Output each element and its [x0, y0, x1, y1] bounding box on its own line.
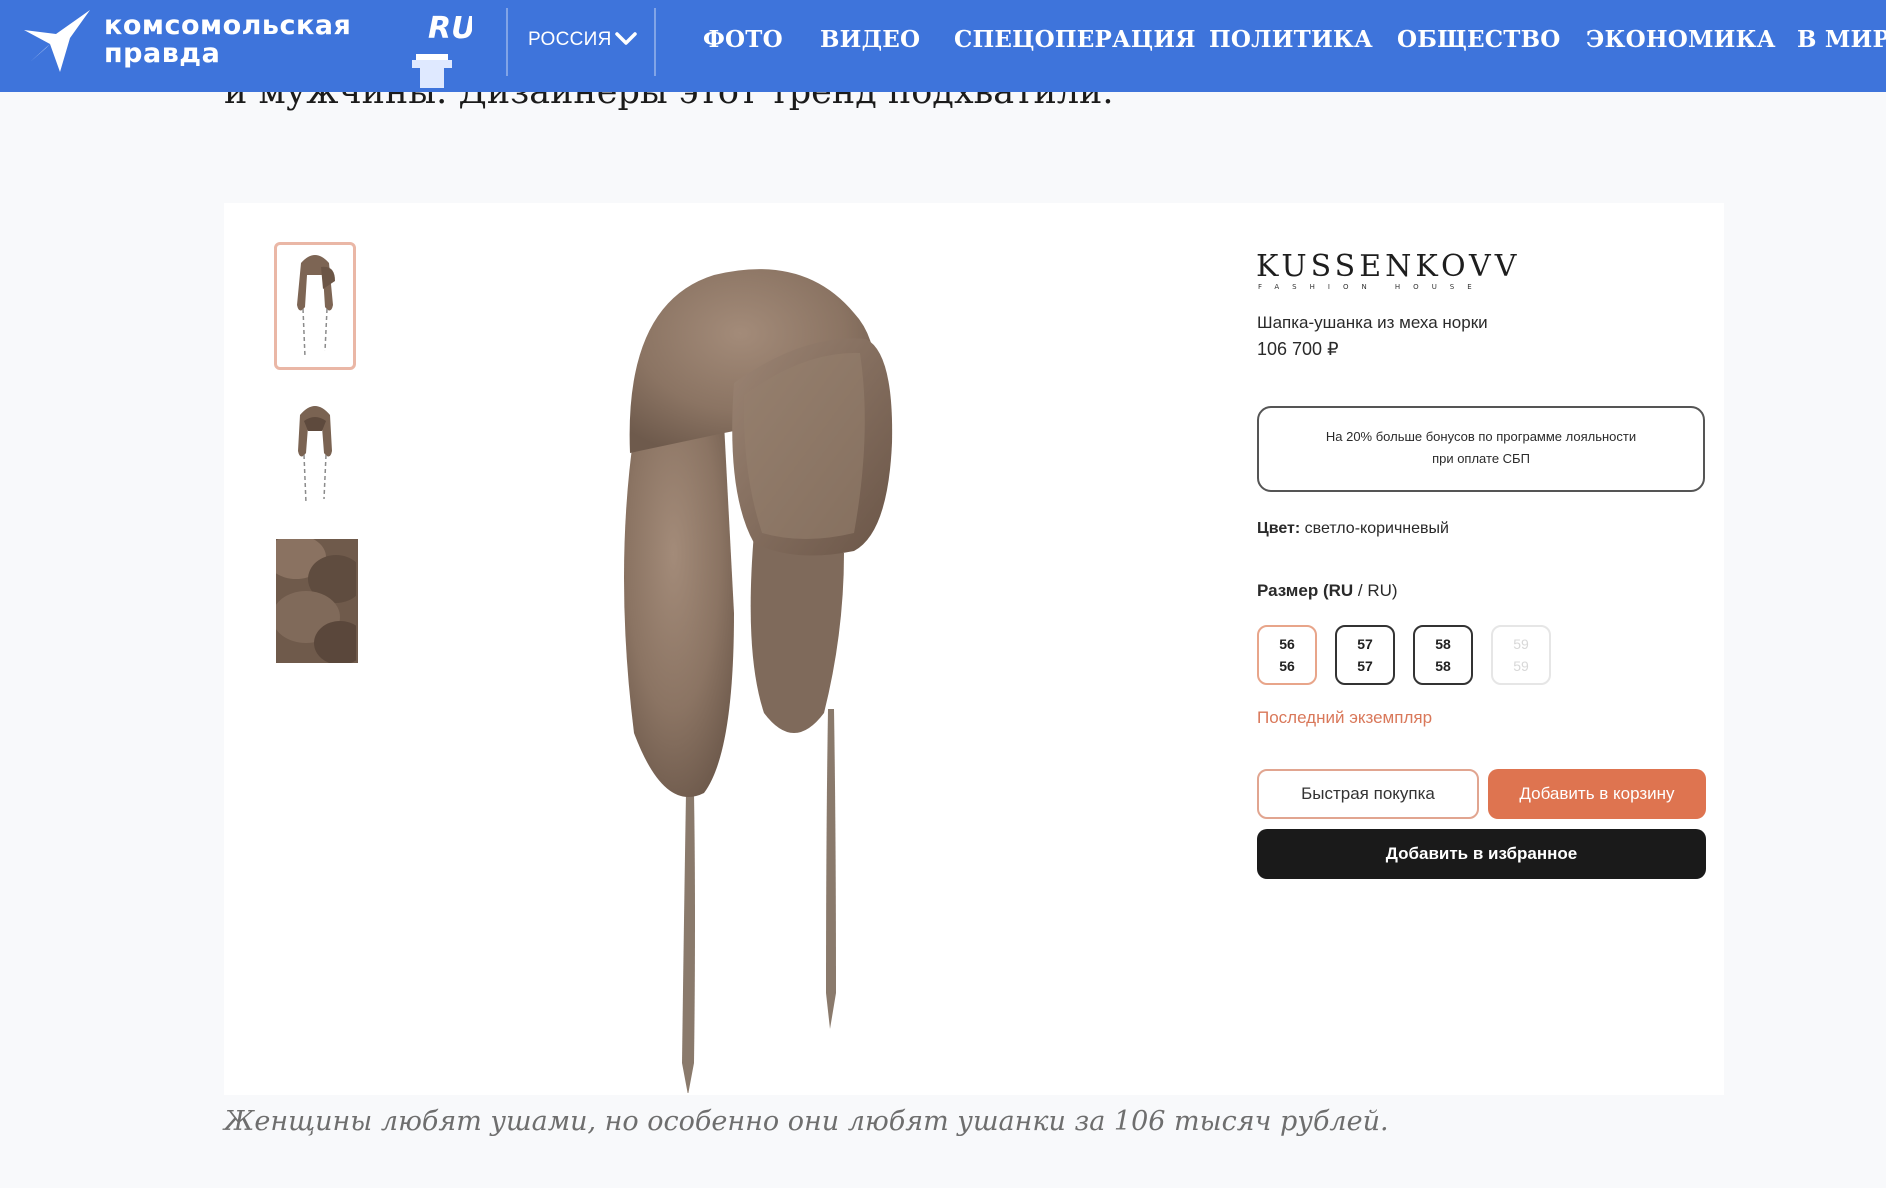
chevron-down-icon[interactable]	[614, 28, 638, 50]
hat-thumbnail-icon	[298, 406, 332, 504]
ru-column-logo-icon[interactable]: RU	[408, 4, 472, 88]
size-value: 57	[1357, 636, 1373, 652]
nav-item-photo[interactable]: ФОТО	[703, 26, 783, 53]
size-value: 59	[1513, 658, 1529, 674]
nav-item-special-operation[interactable]: СПЕЦОПЕРАЦИЯ	[954, 26, 1196, 53]
size-heading: Размер (RU / RU)	[1257, 581, 1398, 601]
size-option-58[interactable]: 58 58	[1413, 625, 1473, 685]
swallow-logo-icon[interactable]	[20, 8, 92, 74]
logo-line-2: правда	[104, 38, 221, 69]
add-to-favorites-button[interactable]: Добавить в избранное	[1257, 829, 1706, 879]
product-thumbnail[interactable]	[274, 391, 356, 519]
stock-status: Последний экземпляр	[1257, 708, 1433, 727]
bonus-line-2: при оплате СБП	[1432, 451, 1530, 466]
loyalty-bonus-banner: На 20% больше бонусов по программе лояль…	[1257, 406, 1705, 492]
article-image-product-screenshot: KUSSENKOVV FASHION HOUSE Шапка-ушанка из…	[224, 203, 1724, 1095]
nav-item-politics[interactable]: ПОЛИТИКА	[1209, 26, 1373, 53]
size-value: 58	[1435, 636, 1451, 652]
site-logo-text[interactable]: Комсомольская правда	[104, 12, 351, 68]
hat-thumbnail-icon	[297, 255, 335, 358]
logo-line-1: Комсомольская	[104, 10, 352, 41]
bonus-line-1: На 20% больше бонусов по программе лояль…	[1325, 429, 1637, 444]
color-info: Цвет: светло-коричневый	[1257, 520, 1449, 538]
size-value: 57	[1357, 658, 1373, 674]
brand-logo[interactable]: KUSSENKOVV	[1256, 249, 1520, 284]
header-divider	[654, 8, 656, 76]
logo-ru-text: RU	[428, 11, 472, 46]
nav-item-world[interactable]: В МИРЕ	[1797, 26, 1886, 53]
site-header: Комсомольская правда RU РОССИЯ ФОТО ВИДЕ…	[0, 0, 1886, 92]
size-label: Размер (RU	[1257, 581, 1354, 600]
size-value: 59	[1513, 636, 1529, 652]
size-value: 58	[1435, 658, 1451, 674]
brand-subtitle: FASHION HOUSE	[1258, 283, 1485, 291]
nav-item-economy[interactable]: ЭКОНОМИКА	[1586, 26, 1776, 53]
product-thumbnail[interactable]	[274, 242, 356, 370]
nav-item-society[interactable]: ОБЩЕСТВО	[1397, 26, 1560, 53]
size-value: 56	[1279, 658, 1295, 674]
size-value: 56	[1279, 636, 1295, 652]
fur-hat-image	[624, 269, 893, 1093]
add-to-cart-button[interactable]: Добавить в корзину	[1488, 769, 1706, 819]
header-divider	[506, 8, 508, 76]
quick-buy-button[interactable]: Быстрая покупка	[1257, 769, 1479, 819]
size-label-rest: / RU)	[1353, 581, 1398, 600]
size-option-59-unavailable: 59 59	[1491, 625, 1551, 685]
size-option-57[interactable]: 57 57	[1335, 625, 1395, 685]
fur-closeup-icon	[266, 535, 366, 665]
region-selector[interactable]: РОССИЯ	[528, 29, 612, 51]
nav-item-video[interactable]: ВИДЕО	[820, 26, 920, 53]
color-value: светло-коричневый	[1304, 520, 1449, 537]
color-label: Цвет:	[1257, 520, 1301, 537]
size-option-56[interactable]: 56 56	[1257, 625, 1317, 685]
fur-texture-thumbnail[interactable]	[266, 535, 366, 665]
product-price: 106 700 ₽	[1257, 339, 1339, 359]
image-caption: Женщины любят ушами, но особенно они люб…	[224, 1106, 1389, 1137]
product-title: Шапка-ушанка из меха норки	[1257, 313, 1488, 332]
